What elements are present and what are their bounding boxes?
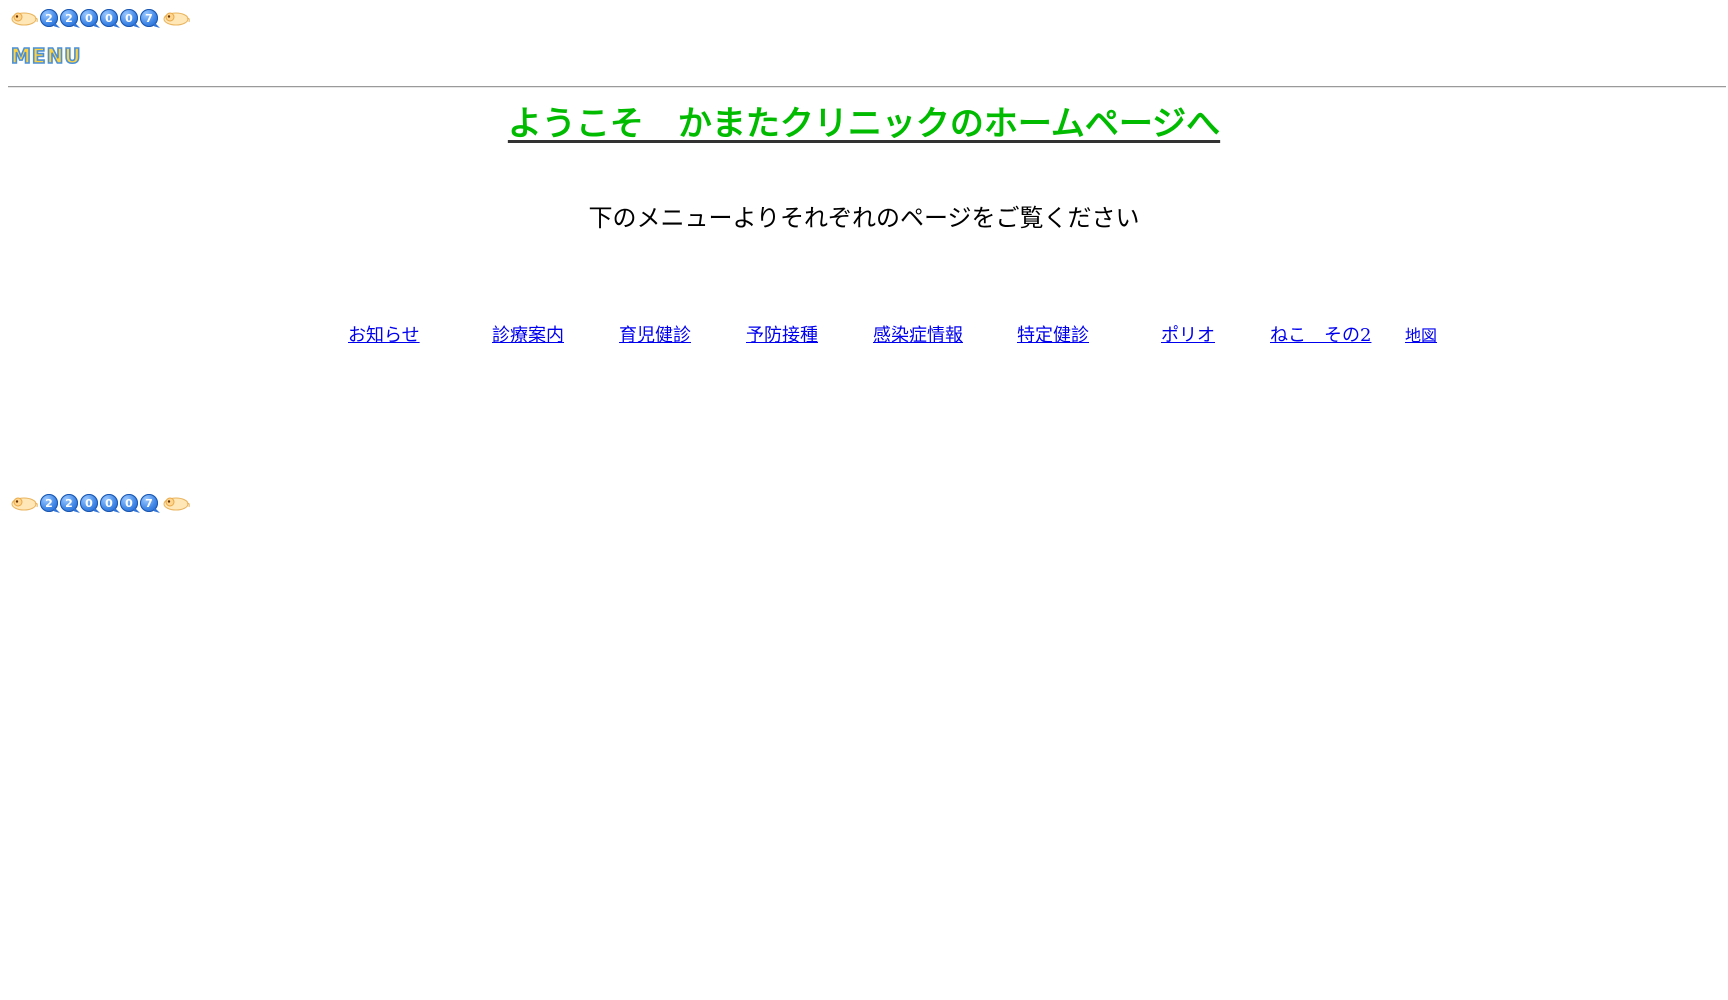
counter-digit: 2 — [60, 9, 78, 27]
mascot-icon — [163, 497, 190, 511]
access-counter-top: 2 2 0 0 0 7 — [8, 8, 190, 28]
counter-digit: 7 — [140, 9, 158, 27]
mascot-icon — [163, 12, 190, 26]
nav-link-vaccination[interactable]: 予防接種 — [746, 325, 818, 347]
counter-digit: 2 — [40, 9, 58, 27]
counter-digit: 0 — [100, 9, 118, 27]
page: 2 2 0 0 0 7 MENU ようこそ かまたクリニックのホームページへ 下… — [0, 0, 1728, 1000]
menu-logo-text: MENU — [11, 44, 82, 68]
nav-link-health-checkup[interactable]: 特定健診 — [1017, 325, 1089, 347]
counter-digit: 7 — [140, 494, 158, 512]
counter-digit: 0 — [80, 9, 98, 27]
counter-digit: 0 — [120, 9, 138, 27]
nav-link-child-checkup[interactable]: 育児健診 — [619, 325, 691, 347]
page-title: ようこそ かまたクリニックのホームページへ — [507, 104, 1221, 144]
nav-link-news[interactable]: お知らせ — [348, 325, 420, 347]
mascot-icon — [11, 12, 38, 26]
counter-digit: 0 — [100, 494, 118, 512]
mascot-icon — [11, 497, 38, 511]
counter-digit: 2 — [40, 494, 58, 512]
access-counter-bottom: 2 2 0 0 0 7 — [8, 493, 190, 513]
counter-digit: 0 — [120, 494, 138, 512]
nav-link-clinic-info[interactable]: 診療案内 — [492, 325, 564, 347]
page-subtitle: 下のメニューよりそれぞれのページをご覧ください — [588, 204, 1140, 232]
counter-digit: 2 — [60, 494, 78, 512]
nav-link-map[interactable]: 地図 — [1405, 325, 1437, 347]
nav-link-cat-2[interactable]: ねこ その2 — [1270, 325, 1371, 347]
nav-link-infection-info[interactable]: 感染症情報 — [873, 325, 963, 347]
menu-logo: MENU — [10, 44, 82, 68]
nav-link-polio[interactable]: ポリオ — [1161, 325, 1215, 347]
horizontal-rule — [8, 86, 1726, 88]
counter-digit: 0 — [80, 494, 98, 512]
